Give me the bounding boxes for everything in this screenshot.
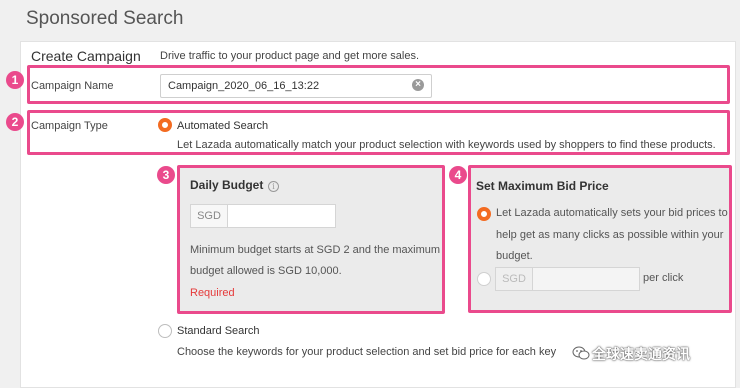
clear-input-icon[interactable]: × <box>412 79 424 91</box>
auto-bid-text-line1[interactable]: Let Lazada automatically sets your bid p… <box>496 202 728 224</box>
page-title: Sponsored Search <box>26 8 184 29</box>
section-description: Drive traffic to your product page and g… <box>160 50 420 62</box>
standard-search-description: Choose the keywords for your product sel… <box>177 346 557 358</box>
watermark-text: 全球速卖通资讯 <box>592 346 690 362</box>
max-bid-title: Set Maximum Bid Price <box>476 179 609 193</box>
automated-search-radio[interactable] <box>158 118 172 132</box>
standard-search-label[interactable]: Standard Search <box>177 325 260 337</box>
manual-bid-radio[interactable] <box>477 272 491 286</box>
auto-bid-text-line2: help get as many clicks as possible with… <box>496 229 724 241</box>
per-click-label: per click <box>643 272 684 284</box>
annotation-badge-2: 2 <box>6 113 24 131</box>
auto-bid-text-line3: budget. <box>496 250 533 262</box>
daily-budget-title: Daily Budget <box>190 178 264 192</box>
wechat-icon <box>572 346 590 360</box>
standard-search-radio[interactable] <box>158 324 172 338</box>
annotation-badge-1: 1 <box>6 71 24 89</box>
max-bid-input[interactable] <box>532 267 640 291</box>
campaign-name-input[interactable]: Campaign_2020_06_16_13:22 <box>160 74 432 98</box>
section-title: Create Campaign <box>31 48 141 64</box>
daily-budget-error: Required <box>190 287 235 299</box>
annotation-badge-4: 4 <box>449 166 467 184</box>
info-icon[interactable]: i <box>268 181 279 192</box>
daily-budget-note-line2: budget allowed is SGD 10,000. <box>190 265 342 277</box>
max-bid-currency: SGD <box>495 267 533 291</box>
automated-search-label[interactable]: Automated Search <box>177 120 268 132</box>
campaign-type-label: Campaign Type <box>31 120 108 132</box>
auto-bid-radio[interactable] <box>477 207 491 221</box>
daily-budget-currency: SGD <box>190 204 228 228</box>
annotation-badge-3: 3 <box>157 166 175 184</box>
campaign-name-label: Campaign Name <box>31 80 114 92</box>
automated-search-description: Let Lazada automatically match your prod… <box>177 139 716 151</box>
daily-budget-note-line1: Minimum budget starts at SGD 2 and the m… <box>190 244 441 256</box>
daily-budget-input[interactable] <box>227 204 336 228</box>
